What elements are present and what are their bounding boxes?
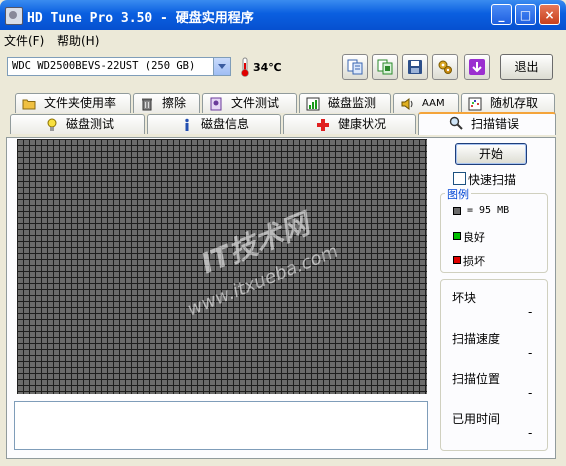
tab-aam[interactable]: AAM	[393, 93, 459, 113]
stat-scan-position-label: 扫描位置	[452, 372, 501, 386]
maximize-button[interactable]: □	[515, 4, 536, 25]
menu-help[interactable]: 帮助(H)	[57, 32, 99, 49]
options-icon	[438, 60, 452, 74]
exit-button[interactable]: 退出	[500, 54, 553, 80]
tab-folder-usage[interactable]: 文件夹使用率	[15, 93, 131, 113]
window-title: HD Tune Pro 3.50 - 硬盘实用程序	[27, 11, 254, 26]
health-cross-icon	[317, 119, 329, 131]
thermometer-icon	[241, 57, 249, 77]
tab-error-scan[interactable]: 扫描错误	[418, 112, 556, 135]
menu-file[interactable]: 文件(F)	[4, 32, 44, 49]
info-icon	[185, 118, 189, 131]
drive-select-value: WDC WD2500BEVS-22UST (250 GB)	[12, 60, 196, 72]
app-window: HD Tune Pro 3.50 - 硬盘实用程序 _ □ × 文件(F) 帮助…	[0, 0, 566, 466]
app-icon	[5, 7, 23, 25]
copy-screenshot-button[interactable]	[372, 54, 398, 80]
legend-block-swatch	[453, 207, 461, 215]
monitor-icon	[306, 97, 320, 111]
stat-scan-position-value: -	[528, 386, 533, 400]
folder-icon	[22, 99, 36, 110]
legend-bad-swatch	[453, 256, 461, 264]
copy-screenshot-icon	[377, 59, 393, 75]
close-button[interactable]: ×	[539, 4, 560, 25]
title-bar[interactable]: HD Tune Pro 3.50 - 硬盘实用程序 _ □ ×	[0, 0, 566, 30]
minimize-button[interactable]: _	[491, 4, 512, 25]
stat-damaged-blocks-value: -	[528, 305, 533, 319]
stat-elapsed-time-label: 已用时间	[452, 412, 501, 426]
legend-good-label: 良好	[463, 231, 485, 244]
legend-good-swatch	[453, 232, 461, 240]
tab-benchmark[interactable]: 磁盘测试	[10, 114, 145, 134]
legend-bad-label: 损坏	[463, 255, 485, 268]
stat-damaged-blocks-label: 坏块	[452, 291, 477, 305]
menu-bar: 文件(F) 帮助(H)	[0, 30, 566, 48]
start-scan-button[interactable]: 开始	[455, 143, 527, 165]
file-test-icon	[210, 97, 222, 111]
tab-file-test[interactable]: 文件测试	[202, 93, 297, 113]
download-button[interactable]	[464, 54, 490, 80]
tab-erase[interactable]: 擦除	[133, 93, 200, 113]
tab-random-access[interactable]: 随机存取	[461, 93, 555, 113]
options-button[interactable]	[432, 54, 458, 80]
quick-scan-checkbox[interactable]	[453, 172, 466, 185]
tab-disk-monitor[interactable]: 磁盘监测	[299, 93, 391, 113]
save-icon	[408, 60, 422, 74]
legend-block-size: = 95 MB	[467, 205, 510, 216]
stat-scan-speed-label: 扫描速度	[452, 332, 501, 346]
save-button[interactable]	[402, 54, 428, 80]
bulb-icon	[47, 118, 57, 131]
copy-button[interactable]	[342, 54, 368, 80]
stat-scan-speed-value: -	[528, 346, 533, 360]
speaker-icon	[401, 98, 413, 110]
stat-elapsed-time-value: -	[528, 426, 533, 440]
copy-icon	[347, 59, 363, 75]
random-access-icon	[468, 97, 482, 111]
tab-disk-info[interactable]: 磁盘信息	[147, 114, 281, 134]
drive-select[interactable]: WDC WD2500BEVS-22UST (250 GB)	[7, 57, 231, 76]
tab-health[interactable]: 健康状况	[283, 114, 416, 134]
download-icon	[469, 59, 485, 75]
scan-block-map	[17, 139, 427, 394]
scan-log-box[interactable]	[14, 401, 428, 450]
trash-icon	[142, 98, 152, 111]
chevron-down-icon[interactable]	[213, 58, 230, 75]
temperature-readout: 34℃	[253, 61, 282, 74]
legend-title: 图例	[445, 186, 471, 202]
magnifier-icon	[449, 116, 463, 130]
quick-scan-label[interactable]: 快速扫描	[468, 171, 516, 188]
